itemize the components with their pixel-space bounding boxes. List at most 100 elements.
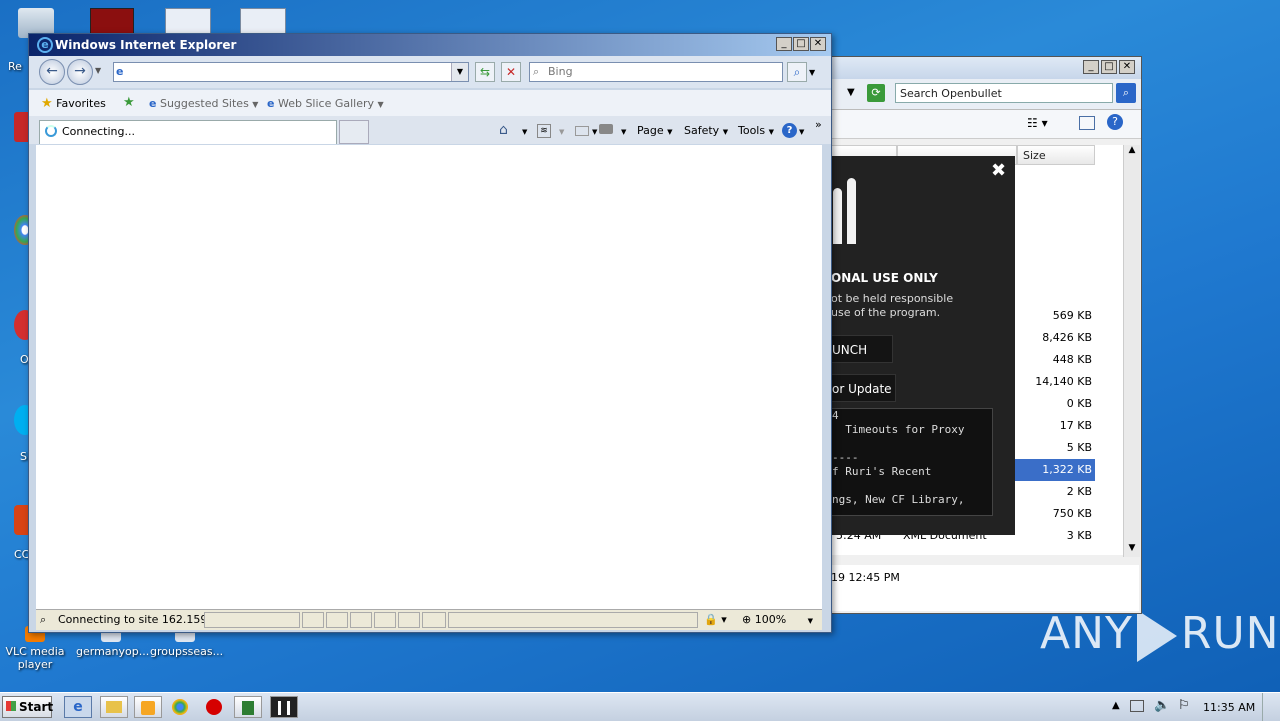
suggested-sites-link[interactable]: e Suggested Sites ▼ [149, 97, 258, 110]
zoom-control[interactable]: ⊕ 100% ▼ [742, 610, 813, 631]
safety-menu[interactable]: Safety ▼ [684, 124, 728, 137]
toolbar-overflow-icon[interactable]: » [815, 118, 822, 131]
favorites-button[interactable]: ★ Favorites [41, 96, 106, 111]
volume-icon[interactable]: 🔈 [1154, 698, 1170, 713]
clock[interactable]: 11:35 AM [1203, 701, 1255, 714]
taskbar-openbullet-button[interactable] [270, 696, 298, 718]
refresh-button[interactable]: ⇆ [475, 62, 495, 82]
explorer-toolbar: ☷ ▾ ? [827, 110, 1141, 139]
taskbar-explorer-button[interactable] [100, 696, 128, 718]
desktop-icon-red[interactable] [90, 8, 134, 36]
preview-pane-icon[interactable] [1079, 116, 1095, 130]
help-icon[interactable]: ? [782, 123, 797, 138]
taskbar-opera-icon[interactable] [206, 699, 222, 715]
desktop-icon-label: VLC media player [5, 645, 65, 671]
minimize-button[interactable]: _ [1083, 60, 1099, 74]
close-button[interactable]: ✕ [810, 37, 826, 51]
check-update-button[interactable]: or Update [831, 374, 896, 402]
search-options-chevron-icon[interactable]: ▼ [809, 68, 815, 77]
print-icon[interactable] [599, 124, 613, 134]
desktop-doc-icon-2[interactable] [240, 8, 286, 36]
print-chevron-icon[interactable]: ▼ [621, 128, 626, 136]
tab-connecting[interactable]: Connecting... [39, 120, 337, 144]
window-title: Windows Internet Explorer [55, 38, 237, 52]
suggested-sites-label: Suggested Sites [159, 97, 249, 110]
disclaimer-text: use of the program. [831, 306, 941, 319]
scroll-down-arrow-icon[interactable]: ▼ [1124, 543, 1140, 557]
taskbar: Start e ▲ 🔈 ⚐ 11:35 AM [0, 692, 1280, 721]
explorer-titlebar[interactable]: _ □ ✕ [827, 57, 1141, 79]
launch-button[interactable]: UNCH [831, 335, 893, 363]
explorer-scrollbar[interactable]: ▲ ▼ [1123, 145, 1140, 557]
openbullet-splash: ✖ ONAL USE ONLY ot be held responsible u… [831, 156, 1015, 535]
tray-overflow-icon[interactable]: ▲ [1112, 700, 1120, 711]
status-cell [448, 612, 698, 628]
chevron-down-icon: ▼ [667, 128, 673, 136]
protected-mode-lock-icon[interactable]: 🔒 ▾ [704, 610, 727, 630]
address-bar[interactable]: e ▼ [113, 62, 469, 82]
forward-button[interactable]: → [67, 59, 93, 85]
web-slice-gallery-link[interactable]: e Web Slice Gallery ▼ [267, 97, 384, 110]
recent-pages-chevron-icon[interactable]: ▼ [95, 66, 101, 75]
ie-logo-icon: e [37, 37, 53, 53]
column-header-size[interactable]: Size [1017, 145, 1095, 165]
feeds-icon[interactable]: ≋ [537, 124, 551, 138]
tools-menu[interactable]: Tools ▼ [738, 124, 774, 137]
status-cell [398, 612, 420, 628]
new-tab-button[interactable] [339, 120, 369, 144]
back-button[interactable]: ← [39, 59, 65, 85]
page-menu[interactable]: Page ▼ [637, 124, 673, 137]
zoom-level: 100% [754, 613, 787, 626]
feeds-chevron-icon[interactable]: ▼ [559, 128, 564, 136]
ie-page-icon: e [149, 97, 157, 110]
ie-titlebar[interactable]: e Windows Internet Explorer _ □ ✕ [29, 34, 831, 56]
explorer-search-input[interactable]: Search Openbullet [895, 83, 1113, 103]
status-bar: ⌕ Connecting to site 162.159.1 🔒 ▾ ⊕ 100… [36, 609, 822, 630]
close-button[interactable]: ✕ [1119, 60, 1135, 74]
minimize-button[interactable]: _ [776, 37, 792, 51]
address-dropdown-icon[interactable]: ▼ [451, 63, 468, 81]
taskbar-app-button[interactable] [234, 696, 262, 718]
search-input[interactable]: Bing [529, 62, 783, 82]
chevron-down-icon[interactable]: ▼ [847, 87, 855, 98]
show-desktop-button[interactable] [1262, 693, 1279, 721]
page-content[interactable] [36, 145, 822, 609]
desktop-partial-label: Re [8, 60, 22, 73]
action-center-flag-icon[interactable]: ⚐ [1178, 698, 1190, 713]
changelog-box: 4 Timeouts for Proxy ---- f Ruri's Recent n… [831, 408, 993, 516]
close-icon[interactable]: ✖ [991, 160, 1006, 181]
ie-window[interactable]: e Windows Internet Explorer _ □ ✕ ← → ▼ … [28, 33, 832, 633]
taskbar-media-button[interactable] [134, 696, 162, 718]
network-icon[interactable] [1130, 700, 1144, 712]
mail-icon[interactable] [575, 126, 589, 136]
stop-button[interactable]: ✕ [501, 62, 521, 82]
ie-navigation-bar: ← → ▼ e ▼ ⇆ ✕ Bing ⌕ ⌕ ▼ [29, 56, 831, 88]
search-icon: ⌕ [533, 65, 540, 78]
home-icon[interactable]: ⌂ [499, 122, 508, 138]
scroll-up-arrow-icon[interactable]: ▲ [1124, 145, 1140, 159]
taskbar-chrome-icon[interactable] [172, 699, 188, 715]
help-chevron-icon[interactable]: ▼ [799, 128, 804, 136]
refresh-icon[interactable]: ⟳ [867, 84, 885, 102]
desktop-doc-icon-1[interactable] [165, 8, 211, 36]
search-icon[interactable]: ⌕ [1116, 83, 1136, 103]
view-options-icon[interactable]: ☷ ▾ [1027, 116, 1048, 130]
taskbar-ie-button[interactable]: e [64, 696, 92, 718]
tab-title: Connecting... [62, 125, 135, 138]
start-button[interactable]: Start [2, 696, 54, 718]
bullets-icon [278, 701, 290, 715]
chevron-down-icon: ▼ [807, 617, 814, 625]
maximize-button[interactable]: □ [793, 37, 809, 51]
status-progress-cell [204, 612, 300, 628]
add-to-favorites-bar-icon[interactable]: ★ [123, 95, 135, 110]
search-button[interactable]: ⌕ [787, 62, 807, 82]
start-label: Start [19, 700, 54, 714]
home-chevron-icon[interactable]: ▼ [522, 128, 527, 136]
chevron-down-icon: ▼ [377, 100, 384, 109]
desktop-icon-label: groupsseas... [150, 645, 224, 658]
mail-chevron-icon[interactable]: ▼ [592, 128, 597, 136]
help-icon[interactable]: ? [1107, 114, 1123, 130]
search-icon: ⌕ [40, 613, 47, 626]
maximize-button[interactable]: □ [1101, 60, 1117, 74]
disclaimer-text: ot be held responsible [831, 292, 954, 305]
